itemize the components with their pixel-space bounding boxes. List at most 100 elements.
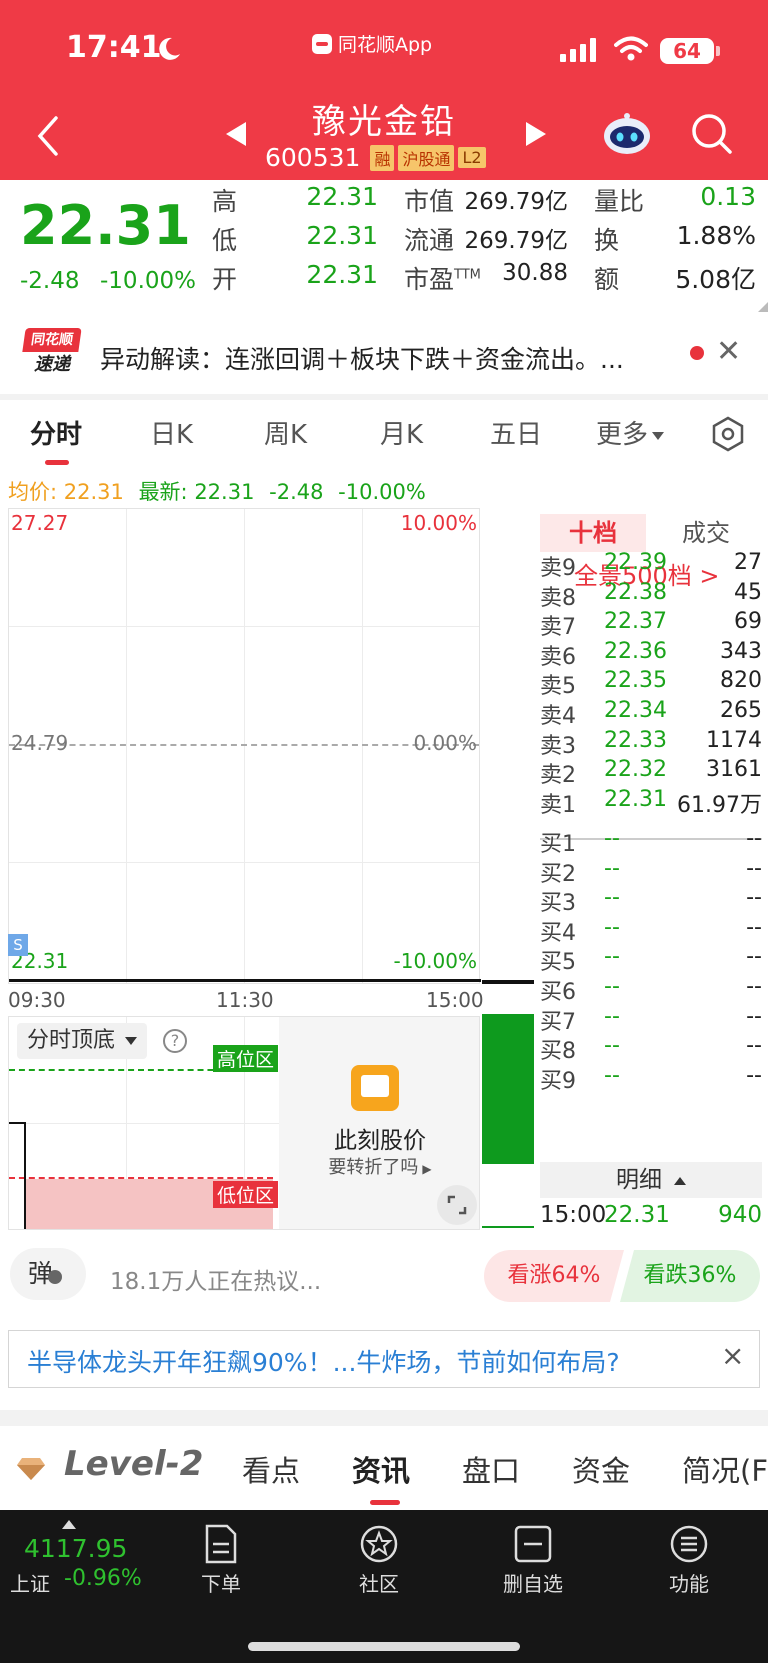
buy-level-row[interactable]: 买7 -- -- xyxy=(540,1003,762,1035)
l2-tag: L2 xyxy=(458,147,486,168)
buy-level-row[interactable]: 买2 -- -- xyxy=(540,856,762,887)
tab-more[interactable]: 更多 xyxy=(596,414,665,451)
level-label: 卖6 xyxy=(540,644,576,670)
help-icon[interactable]: ? xyxy=(163,1029,187,1053)
wifi-icon xyxy=(614,36,648,61)
price-line xyxy=(9,979,481,982)
intraday-chart[interactable]: 27.27 10.00% 24.79 0.00% 22.31 -10.00% xyxy=(8,508,481,984)
volume-strip-line xyxy=(482,980,534,984)
tab-weekly-k[interactable]: 周K xyxy=(264,414,307,451)
buy-level-row[interactable]: 买1 -- -- xyxy=(540,826,762,857)
news-headline-banner[interactable]: 半导体龙头开年狂飙90%！...牛炸场，节前如何布局? × xyxy=(8,1330,760,1388)
expand-up-icon[interactable] xyxy=(62,1520,76,1529)
tab-monthly-k[interactable]: 月K xyxy=(380,414,423,451)
index-name: 上证 xyxy=(10,1572,50,1596)
sell-signal-marker[interactable]: S xyxy=(8,934,28,956)
bullish-vote-button[interactable]: 看涨64% xyxy=(484,1250,624,1302)
sell-level-row[interactable]: 卖9 22.39 27 xyxy=(540,550,762,581)
buy-level-row[interactable]: 买4 -- -- xyxy=(540,915,762,946)
sell-level-row[interactable]: 卖2 22.32 3161 xyxy=(540,757,762,788)
detail-button[interactable]: 明细 xyxy=(540,1162,762,1198)
close-icon[interactable]: × xyxy=(721,1339,744,1372)
axis-top-pct: 10.00% xyxy=(400,511,477,535)
sell-level-row[interactable]: 卖6 22.36 343 xyxy=(540,638,762,670)
axis-top-price: 27.27 xyxy=(11,511,69,535)
chevron-up-icon xyxy=(674,1176,686,1185)
headline-text[interactable]: 半导体龙头开年狂飙90%！...牛炸场，节前如何布局? xyxy=(27,1343,620,1379)
anomaly-alert[interactable]: 同花顺 速递 异动解读：连涨回调＋板块下跌＋资金流出。... ✕ xyxy=(0,318,768,394)
bearish-vote-button[interactable]: 看跌36% xyxy=(620,1250,760,1302)
community-star-icon xyxy=(360,1525,398,1563)
pe-label-text: 市盈 xyxy=(404,265,455,294)
tab-trades[interactable]: 成交 xyxy=(650,514,762,552)
grid-line xyxy=(9,862,479,863)
axis-bottom-pct: -10.00% xyxy=(393,949,477,973)
sell-level-row[interactable]: 卖8 22.38 45 xyxy=(540,579,762,611)
sell-level-row[interactable]: 卖3 22.33 1174 xyxy=(540,728,762,759)
nav-functions[interactable]: 功能 xyxy=(634,1524,744,1597)
section-tabs: Level-2 看点 资讯 盘口 资金 简况(F xyxy=(0,1426,768,1510)
tab-intraday[interactable]: 分时 xyxy=(30,414,82,451)
grid-line xyxy=(9,626,479,627)
price-turn-card[interactable]: 此刻股价 要转折了吗 ▶ xyxy=(279,1017,479,1229)
volume-ratio-value: 0.13 xyxy=(700,182,756,211)
buy-level-row[interactable]: 买9 -- -- xyxy=(540,1062,762,1094)
tab-five-day[interactable]: 五日 xyxy=(490,414,542,451)
level-volume: -- xyxy=(746,1033,762,1059)
sell-level-row[interactable]: 卖4 22.34 265 xyxy=(540,698,762,729)
sell-level-row[interactable]: 卖7 22.37 69 xyxy=(540,609,762,640)
tab-daily-k[interactable]: 日K xyxy=(150,414,193,451)
tab-news[interactable]: 资讯 xyxy=(352,1448,410,1490)
minus-icon xyxy=(48,1270,62,1284)
expand-icon[interactable] xyxy=(437,1185,477,1225)
level2-brand[interactable]: Level-2 xyxy=(64,1444,203,1484)
index-value[interactable]: 4117.95 xyxy=(24,1534,127,1563)
search-icon[interactable] xyxy=(690,112,734,156)
nav-place-order-label: 下单 xyxy=(201,1572,241,1596)
prev-close-line xyxy=(9,744,479,746)
express-logo-bottom: 速递 xyxy=(34,354,70,375)
discussion-count-text[interactable]: 18.1万人正在热议... xyxy=(110,1262,321,1296)
tab-order-book[interactable]: 盘口 xyxy=(462,1448,520,1490)
home-indicator[interactable] xyxy=(248,1642,520,1651)
level-price: -- xyxy=(604,1003,620,1029)
expand-corner-icon[interactable] xyxy=(758,302,768,312)
level-price: -- xyxy=(604,885,620,911)
tab-profile[interactable]: 简况(F xyxy=(682,1448,768,1490)
tab-ten-levels[interactable]: 十档 xyxy=(540,514,646,552)
index-change: -0.96% xyxy=(64,1566,142,1591)
settings-icon[interactable] xyxy=(710,416,746,452)
stock-code: 600531 xyxy=(265,143,361,172)
buy-level-row[interactable]: 买3 -- -- xyxy=(540,885,762,916)
buy-level-row[interactable]: 买6 -- -- xyxy=(540,974,762,1005)
grid-line xyxy=(244,509,245,983)
latest-change: -2.48 xyxy=(269,480,324,504)
sell-level-row[interactable]: 卖1 22.31 61.97万 xyxy=(540,787,762,818)
indicator-select[interactable]: 分时顶底 xyxy=(17,1023,148,1059)
app-badge: 同花顺App xyxy=(312,30,432,57)
buy-level-row[interactable]: 买8 -- -- xyxy=(540,1033,762,1064)
tab-highlights[interactable]: 看点 xyxy=(242,1448,300,1490)
level-label: 买9 xyxy=(540,1068,576,1094)
level-volume: -- xyxy=(746,1062,762,1088)
level-volume: 343 xyxy=(720,638,762,664)
chart-header-line: 均价: 22.31 最新: 22.31 -2.48 -10.00% xyxy=(8,476,434,506)
menu-circle-icon xyxy=(670,1525,708,1563)
ai-robot-icon[interactable] xyxy=(602,112,652,156)
unread-dot xyxy=(690,346,704,360)
active-section-indicator xyxy=(370,1500,400,1505)
connect-tag: 沪股通 xyxy=(398,144,455,171)
buy-level-row[interactable]: 买5 -- -- xyxy=(540,944,762,975)
sell-level-row[interactable]: 卖5 22.35 820 xyxy=(540,668,762,699)
level-price: 22.38 xyxy=(604,579,667,605)
low-value: 22.31 xyxy=(306,221,378,250)
nav-remove-watchlist[interactable]: 删自选 xyxy=(478,1524,588,1597)
order-document-icon xyxy=(205,1524,237,1564)
float-label: 流通 xyxy=(404,226,455,255)
nav-community[interactable]: 社区 xyxy=(324,1524,434,1597)
tab-capital-flow[interactable]: 资金 xyxy=(572,1448,630,1490)
close-icon[interactable]: ✕ xyxy=(716,334,741,369)
nav-functions-label: 功能 xyxy=(669,1572,709,1596)
nav-place-order[interactable]: 下单 xyxy=(166,1524,276,1597)
stock-code-row: 600531 融 沪股通 L2 xyxy=(265,143,486,172)
